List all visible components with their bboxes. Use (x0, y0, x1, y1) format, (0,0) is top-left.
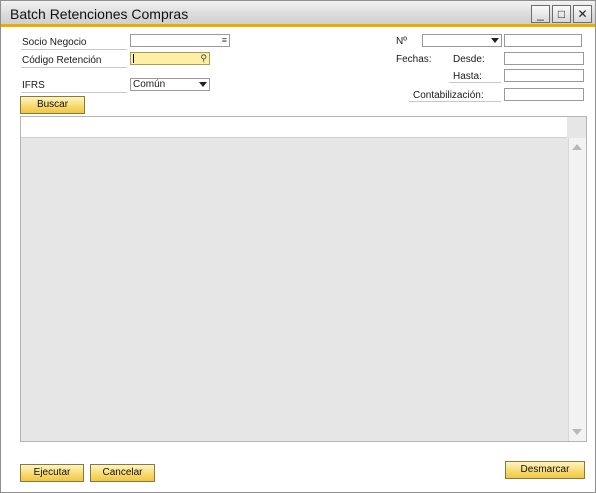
vertical-scrollbar[interactable] (568, 138, 586, 441)
buscar-button[interactable]: Buscar (20, 96, 85, 114)
scroll-down-icon[interactable] (572, 429, 582, 435)
label-underline (21, 67, 127, 68)
title-bar[interactable]: Batch Retenciones Compras _ □ ✕ (1, 1, 595, 27)
contabilizacion-field[interactable] (504, 88, 584, 101)
label-underline (21, 49, 127, 50)
socio-negocio-label: Socio Negocio (22, 37, 87, 48)
window-title: Batch Retenciones Compras (10, 6, 189, 22)
label-underline (409, 101, 501, 102)
maximize-button[interactable]: □ (552, 5, 571, 23)
search-icon[interactable]: ⚲ (200, 53, 207, 64)
codigo-retencion-label: Código Retención (22, 55, 102, 66)
numero-select[interactable] (422, 34, 502, 47)
codigo-retencion-field[interactable]: ⚲ (130, 52, 210, 65)
desde-label: Desde: (453, 54, 485, 65)
hasta-label: Hasta: (453, 71, 482, 82)
numero-field[interactable] (504, 34, 582, 47)
list-icon[interactable]: ≡ (222, 35, 227, 46)
chevron-down-icon (199, 82, 207, 87)
results-grid[interactable] (20, 116, 587, 442)
ifrs-select[interactable]: Común (130, 78, 210, 91)
ejecutar-button[interactable]: Ejecutar (20, 464, 84, 482)
fechas-label: Fechas: (396, 54, 432, 65)
ifrs-label: IFRS (22, 80, 45, 91)
grid-header[interactable] (21, 117, 567, 138)
contabilizacion-label: Contabilización: (413, 90, 484, 101)
minimize-button[interactable]: _ (531, 5, 550, 23)
hasta-field[interactable] (504, 69, 584, 82)
cancelar-button[interactable]: Cancelar (90, 464, 155, 482)
text-caret (133, 54, 134, 63)
desde-field[interactable] (504, 52, 584, 65)
scroll-up-icon[interactable] (572, 144, 582, 150)
label-underline (449, 82, 501, 83)
socio-negocio-field[interactable]: ≡ (130, 34, 230, 47)
close-button[interactable]: ✕ (573, 5, 592, 23)
batch-retenciones-window: Batch Retenciones Compras _ □ ✕ Socio Ne… (0, 0, 596, 493)
numero-label: Nº (396, 36, 407, 47)
close-icon: ✕ (577, 7, 588, 21)
maximize-icon: □ (557, 7, 566, 21)
chevron-down-icon (491, 38, 499, 43)
label-underline (21, 92, 127, 93)
desmarcar-button[interactable]: Desmarcar (505, 461, 585, 479)
minimize-icon: _ (537, 7, 544, 21)
